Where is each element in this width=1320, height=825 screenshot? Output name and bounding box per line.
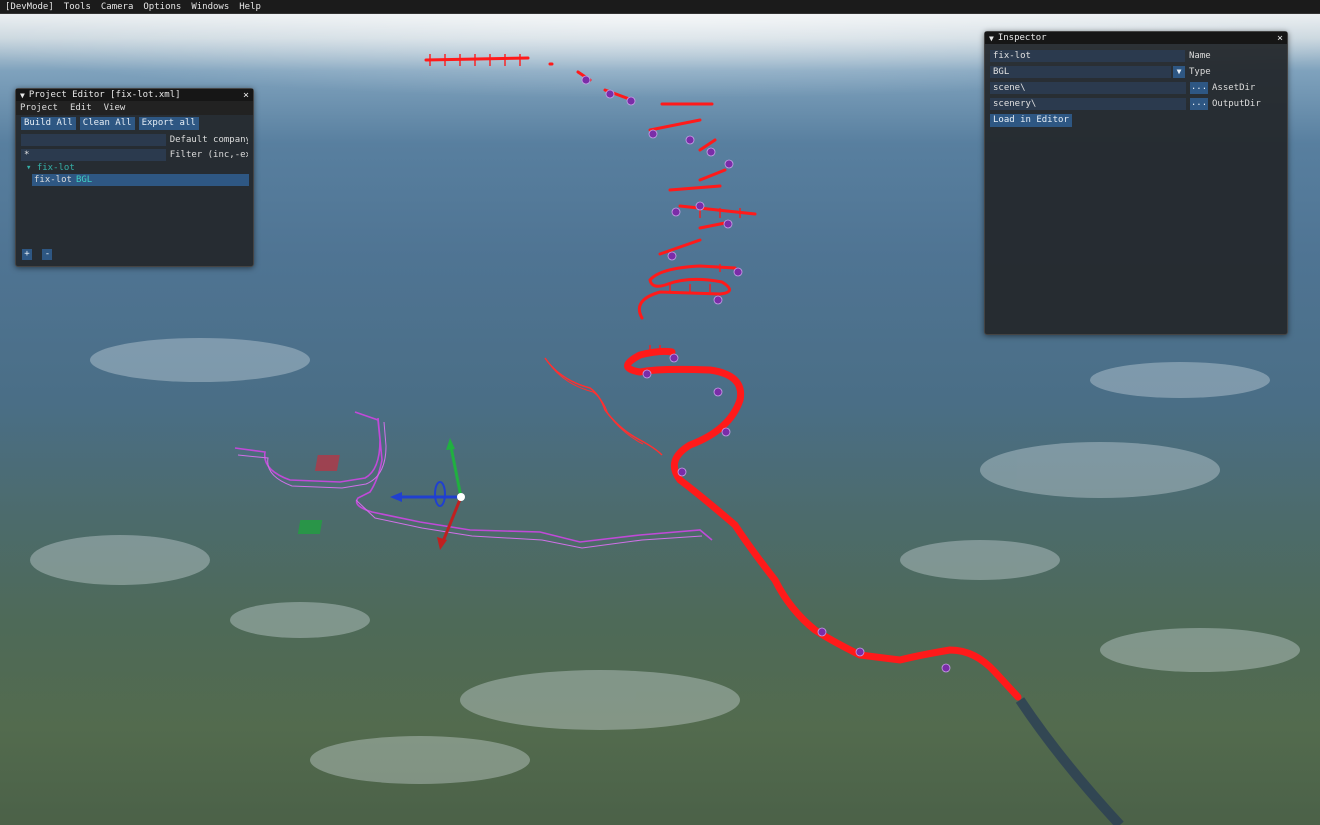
filter-input[interactable]: * (21, 148, 166, 161)
project-editor-menu: Project Edit View (16, 101, 253, 115)
menu-camera[interactable]: Camera (96, 2, 139, 12)
asset-dir-browse-button[interactable]: ... (1190, 82, 1208, 94)
cloud-patches (30, 338, 1300, 784)
close-icon[interactable]: × (243, 90, 249, 101)
dropdown-arrow-icon[interactable]: ▼ (1173, 66, 1185, 78)
asset-dir-label: AssetDir (1212, 83, 1256, 93)
type-row: BGL ▼ Type (985, 64, 1287, 80)
close-icon[interactable]: × (1277, 33, 1283, 44)
type-label: Type (1189, 67, 1211, 77)
collapse-triangle-icon[interactable]: ▼ (20, 91, 25, 100)
clean-all-button[interactable]: Clean All (79, 117, 135, 130)
collapse-triangle-icon[interactable]: ▼ (989, 34, 994, 43)
inspector-title: Inspector (997, 33, 1047, 43)
menu-help[interactable]: Help (234, 2, 266, 12)
company-label: Default company (169, 134, 248, 145)
red-flight-path (624, 347, 1022, 701)
tree-item-fix-lot-bgl[interactable]: fix-lot BGL (32, 174, 249, 186)
menu-options[interactable]: Options (138, 2, 186, 12)
load-in-editor-button[interactable]: Load in Editor (990, 113, 1072, 127)
tree-item-name: fix-lot (34, 175, 72, 185)
tree-item-type: BGL (75, 175, 93, 185)
menu-edit[interactable]: Edit (70, 103, 92, 113)
add-package-button[interactable]: + (22, 249, 32, 260)
export-all-button[interactable]: Export all (138, 117, 199, 130)
remove-package-button[interactable]: - (42, 249, 53, 260)
name-input[interactable]: fix-lot (990, 50, 1185, 62)
name-row: fix-lot Name (985, 48, 1287, 64)
menu-tools[interactable]: Tools (59, 2, 96, 12)
output-dir-label: OutputDir (1212, 99, 1261, 109)
menu-bar: [DevMode] Tools Camera Options Windows H… (0, 0, 1320, 14)
build-all-button[interactable]: Build All (21, 117, 76, 130)
project-editor-titlebar[interactable]: ▼ Project Editor [fix-lot.xml] × (16, 89, 253, 101)
project-editor-panel: ▼ Project Editor [fix-lot.xml] × Project… (15, 88, 254, 267)
inspector-panel: ▼ Inspector × fix-lot Name BGL ▼ Type sc… (984, 31, 1288, 335)
project-editor-title: Project Editor [fix-lot.xml] (28, 90, 181, 100)
name-label: Name (1189, 51, 1211, 61)
filter-row: * Filter (inc,-ex (16, 147, 253, 162)
inspector-titlebar[interactable]: ▼ Inspector × (985, 32, 1287, 44)
filter-label: Filter (inc,-ex (169, 149, 248, 160)
build-toolbar: Build All Clean All Export all (16, 115, 253, 132)
menu-project[interactable]: Project (20, 103, 58, 113)
tree-node-fix-lot[interactable]: ▾ fix-lot (16, 162, 253, 174)
load-row: Load in Editor (985, 112, 1287, 128)
asset-dir-row: scene\ ... AssetDir (985, 80, 1287, 96)
asset-dir-input[interactable]: scene\ (990, 82, 1186, 94)
menu-devmode[interactable]: [DevMode] (0, 2, 59, 12)
company-row: Default company (16, 132, 253, 147)
menu-windows[interactable]: Windows (186, 2, 234, 12)
output-dir-browse-button[interactable]: ... (1190, 98, 1208, 110)
output-dir-row: scenery\ ... OutputDir (985, 96, 1287, 112)
river (1015, 697, 1124, 825)
menu-view[interactable]: View (104, 103, 126, 113)
type-select[interactable]: BGL (990, 66, 1171, 78)
tree-actions: + - (22, 249, 57, 260)
company-input[interactable] (21, 133, 166, 146)
output-dir-input[interactable]: scenery\ (990, 98, 1186, 110)
